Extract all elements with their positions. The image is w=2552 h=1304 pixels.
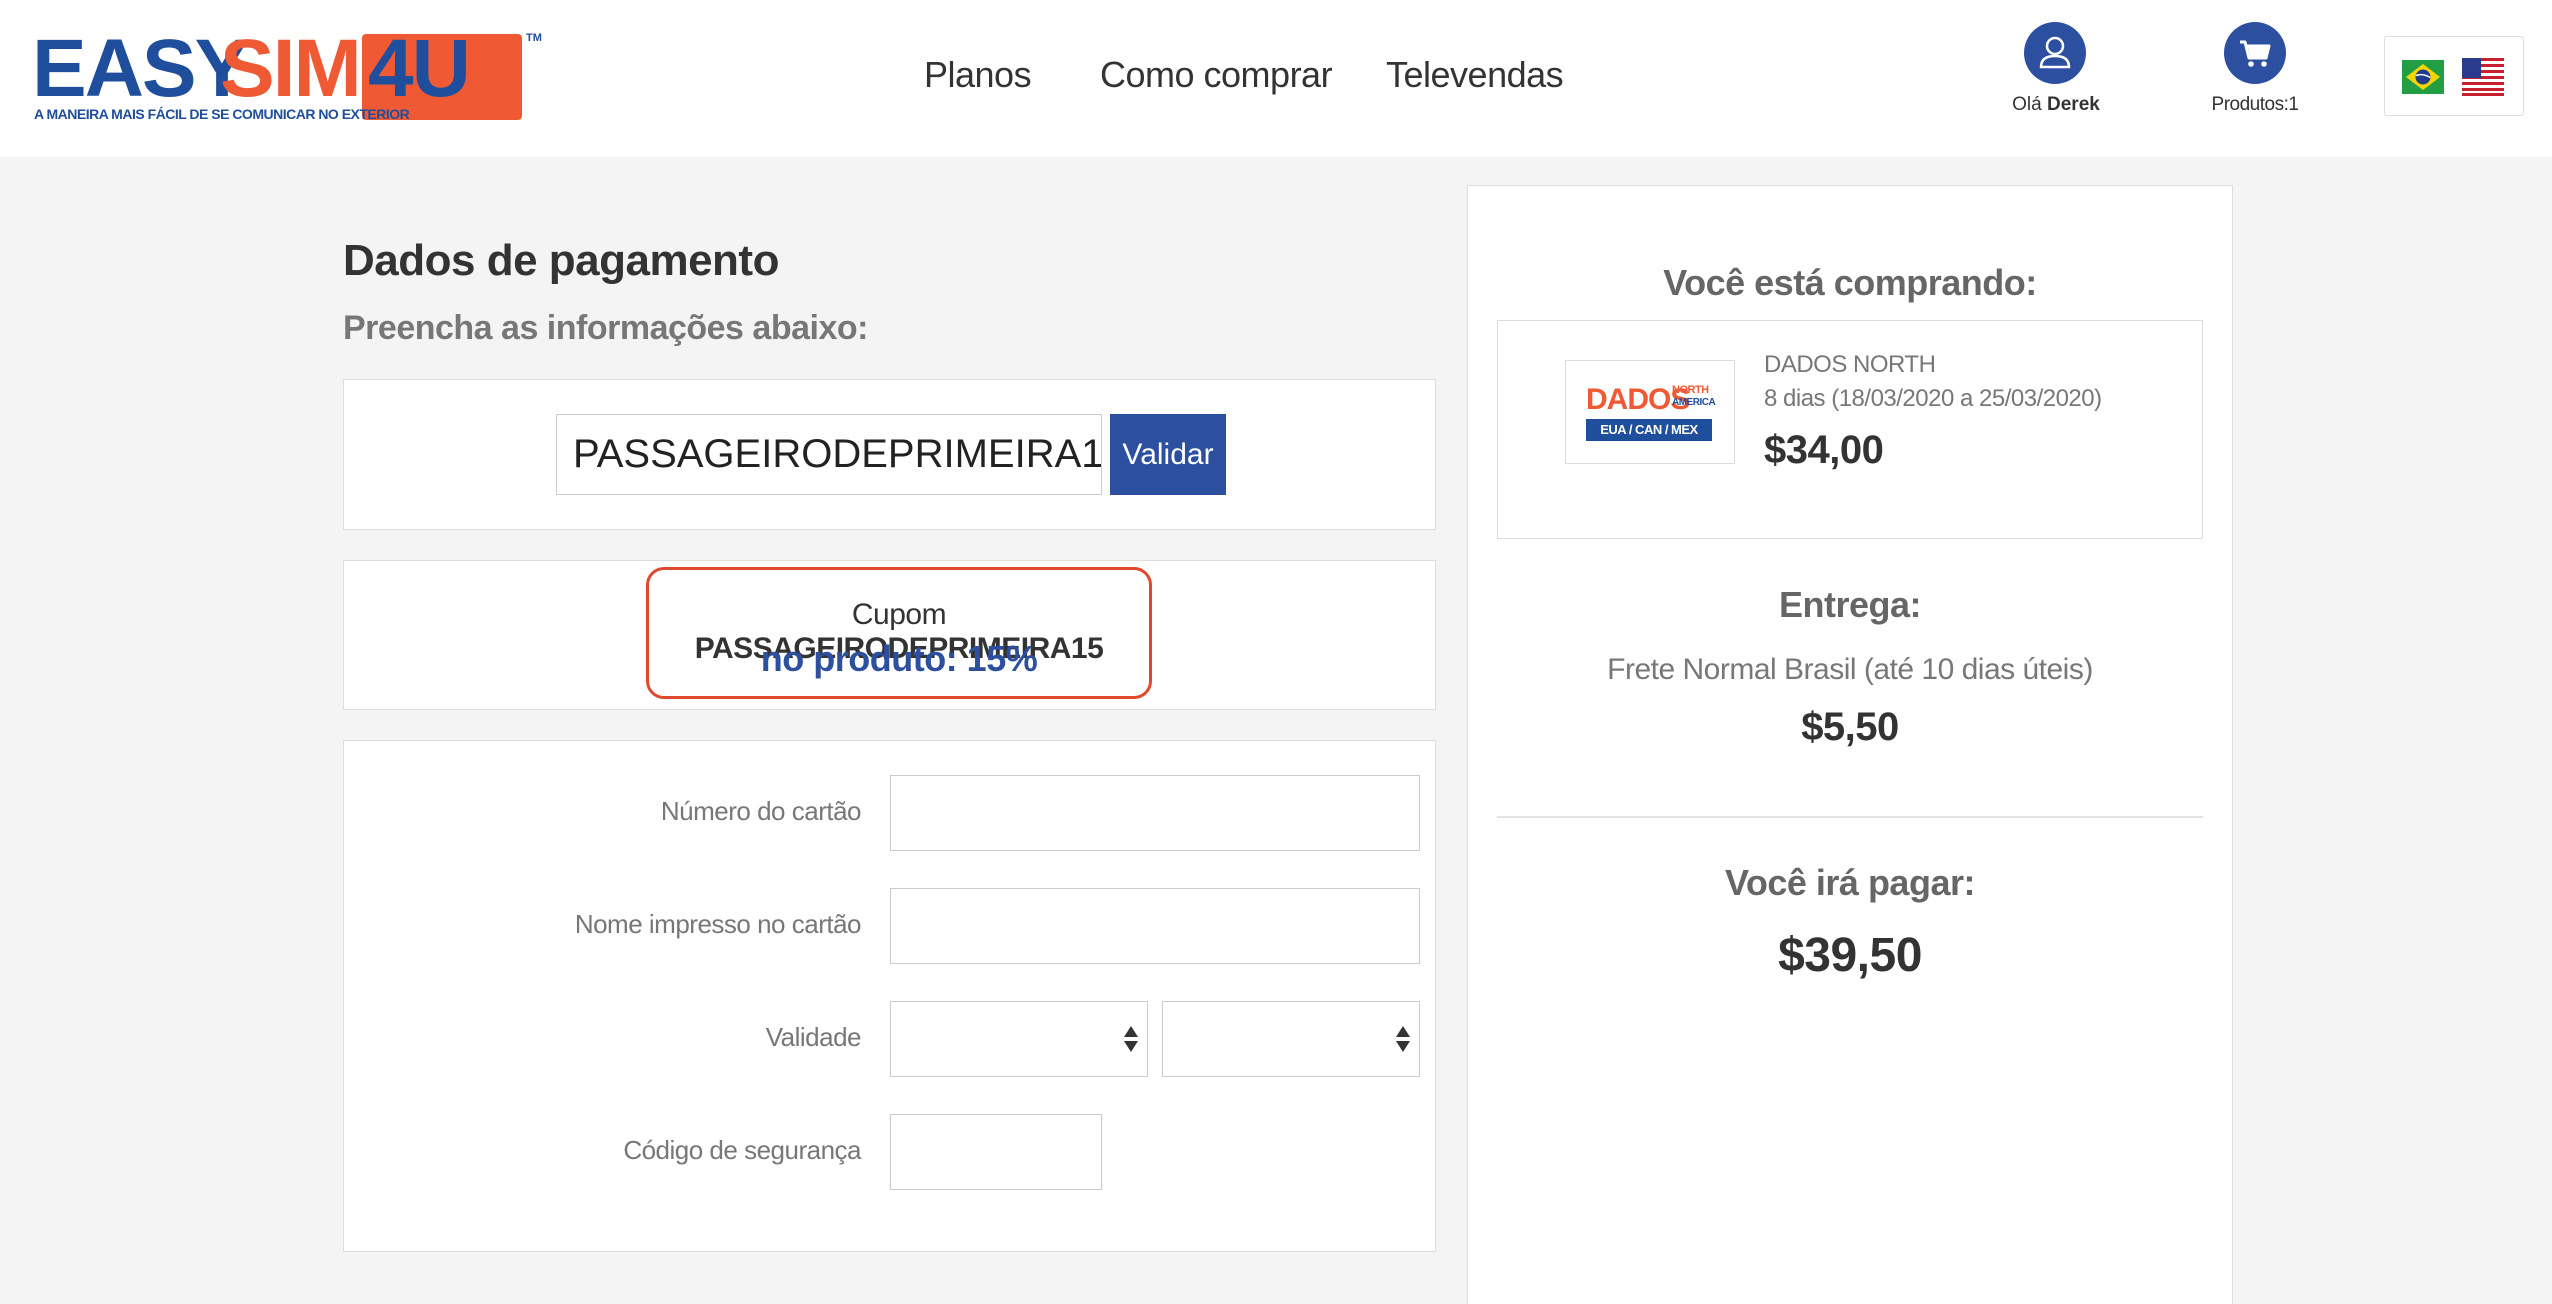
product-logo-america: AMERICA — [1672, 397, 1716, 408]
cart-count[interactable]: Produtos:1 — [2195, 94, 2315, 116]
product-logo-region: EUA / CAN / MEX — [1586, 419, 1712, 441]
select-arrows-icon — [1124, 1026, 1138, 1052]
cvv-label: Código de segurança — [623, 1135, 861, 1165]
product-card: DADOS NORTH AMERICA EUA / CAN / MEX DADO… — [1497, 320, 2203, 539]
nav-televendas[interactable]: Televendas — [1386, 54, 1564, 96]
logo-tm: TM — [526, 32, 542, 44]
product-logo-north: NORTH — [1672, 384, 1709, 396]
select-arrows-icon — [1396, 1026, 1410, 1052]
logo-4u-text: 4U — [368, 23, 471, 114]
user-greeting-text: Olá — [2012, 94, 2042, 115]
expiry-label: Validade — [765, 1022, 862, 1052]
product-period: 8 dias (18/03/2020 a 25/03/2020) — [1764, 385, 2102, 412]
total-title: Você irá pagar: — [1725, 862, 1975, 903]
delivery-price: $5,50 — [1801, 705, 1899, 749]
delivery-title: Entrega: — [1778, 584, 1922, 625]
total-price: $39,50 — [1778, 929, 1922, 982]
page-title: Dados de pagamento — [343, 236, 779, 285]
product-name: DADOS NORTH — [1764, 351, 1936, 378]
coupon-msg-prefix: Cupom — [851, 598, 947, 631]
product-logo: DADOS NORTH AMERICA EUA / CAN / MEX — [1565, 360, 1735, 464]
easysim4u-logo[interactable]: EASY SIM 4U TM A MANEIRA MAIS FÁCIL DE S… — [32, 23, 542, 128]
buying-title: Você está comprando: — [1663, 262, 2037, 303]
coupon-panel: PASSAGEIRODEPRIMEIRA15 Validar — [343, 379, 1436, 530]
nav-como-comprar[interactable]: Como comprar — [1100, 54, 1333, 96]
user-name: Derek — [2047, 94, 2100, 115]
logo-easy-text: EASY — [32, 23, 249, 114]
validate-coupon-button[interactable]: Validar — [1110, 414, 1226, 495]
coupon-discount: no produto: 15% — [760, 638, 1038, 679]
card-name-label: Nome impresso no cartão — [574, 909, 862, 939]
user-icon[interactable] — [2024, 22, 2086, 84]
cart-icon[interactable] — [2224, 22, 2286, 84]
card-name-input[interactable] — [890, 888, 1420, 964]
expiry-month-select[interactable] — [890, 1001, 1148, 1077]
cvv-input[interactable] — [890, 1114, 1102, 1190]
nav-planos[interactable]: Planos — [924, 54, 1032, 96]
site-header: EASY SIM 4U TM A MANEIRA MAIS FÁCIL DE S… — [0, 0, 2552, 157]
logo-sim-text: SIM — [220, 23, 362, 114]
user-greeting[interactable]: Olá Derek — [1996, 94, 2116, 116]
card-number-input[interactable] — [890, 775, 1420, 851]
flag-usa-icon[interactable] — [2462, 56, 2504, 98]
summary-divider — [1497, 816, 2203, 818]
expiry-year-select[interactable] — [1162, 1001, 1420, 1077]
language-switcher — [2384, 36, 2524, 116]
coupon-applied-message: Cupom PASSAGEIRODEPRIMEIRA15 no produto:… — [646, 567, 1152, 699]
card-form-panel: Número do cartão Nome impresso no cartão… — [343, 740, 1436, 1252]
coupon-input[interactable]: PASSAGEIRODEPRIMEIRA15 — [556, 414, 1102, 495]
product-price: $34,00 — [1764, 428, 1884, 472]
coupon-result-panel: Cupom PASSAGEIRODEPRIMEIRA15 no produto:… — [343, 560, 1436, 710]
order-summary-panel: Você está comprando: DADOS NORTH AMERICA… — [1467, 185, 2233, 1304]
page-subtitle: Preencha as informações abaixo: — [343, 309, 868, 347]
logo-tagline: A MANEIRA MAIS FÁCIL DE SE COMUNICAR NO … — [34, 106, 410, 122]
flag-brazil-icon[interactable] — [2402, 56, 2444, 98]
card-number-label: Número do cartão — [660, 796, 862, 826]
delivery-method: Frete Normal Brasil (até 10 dias úteis) — [1607, 653, 2093, 686]
